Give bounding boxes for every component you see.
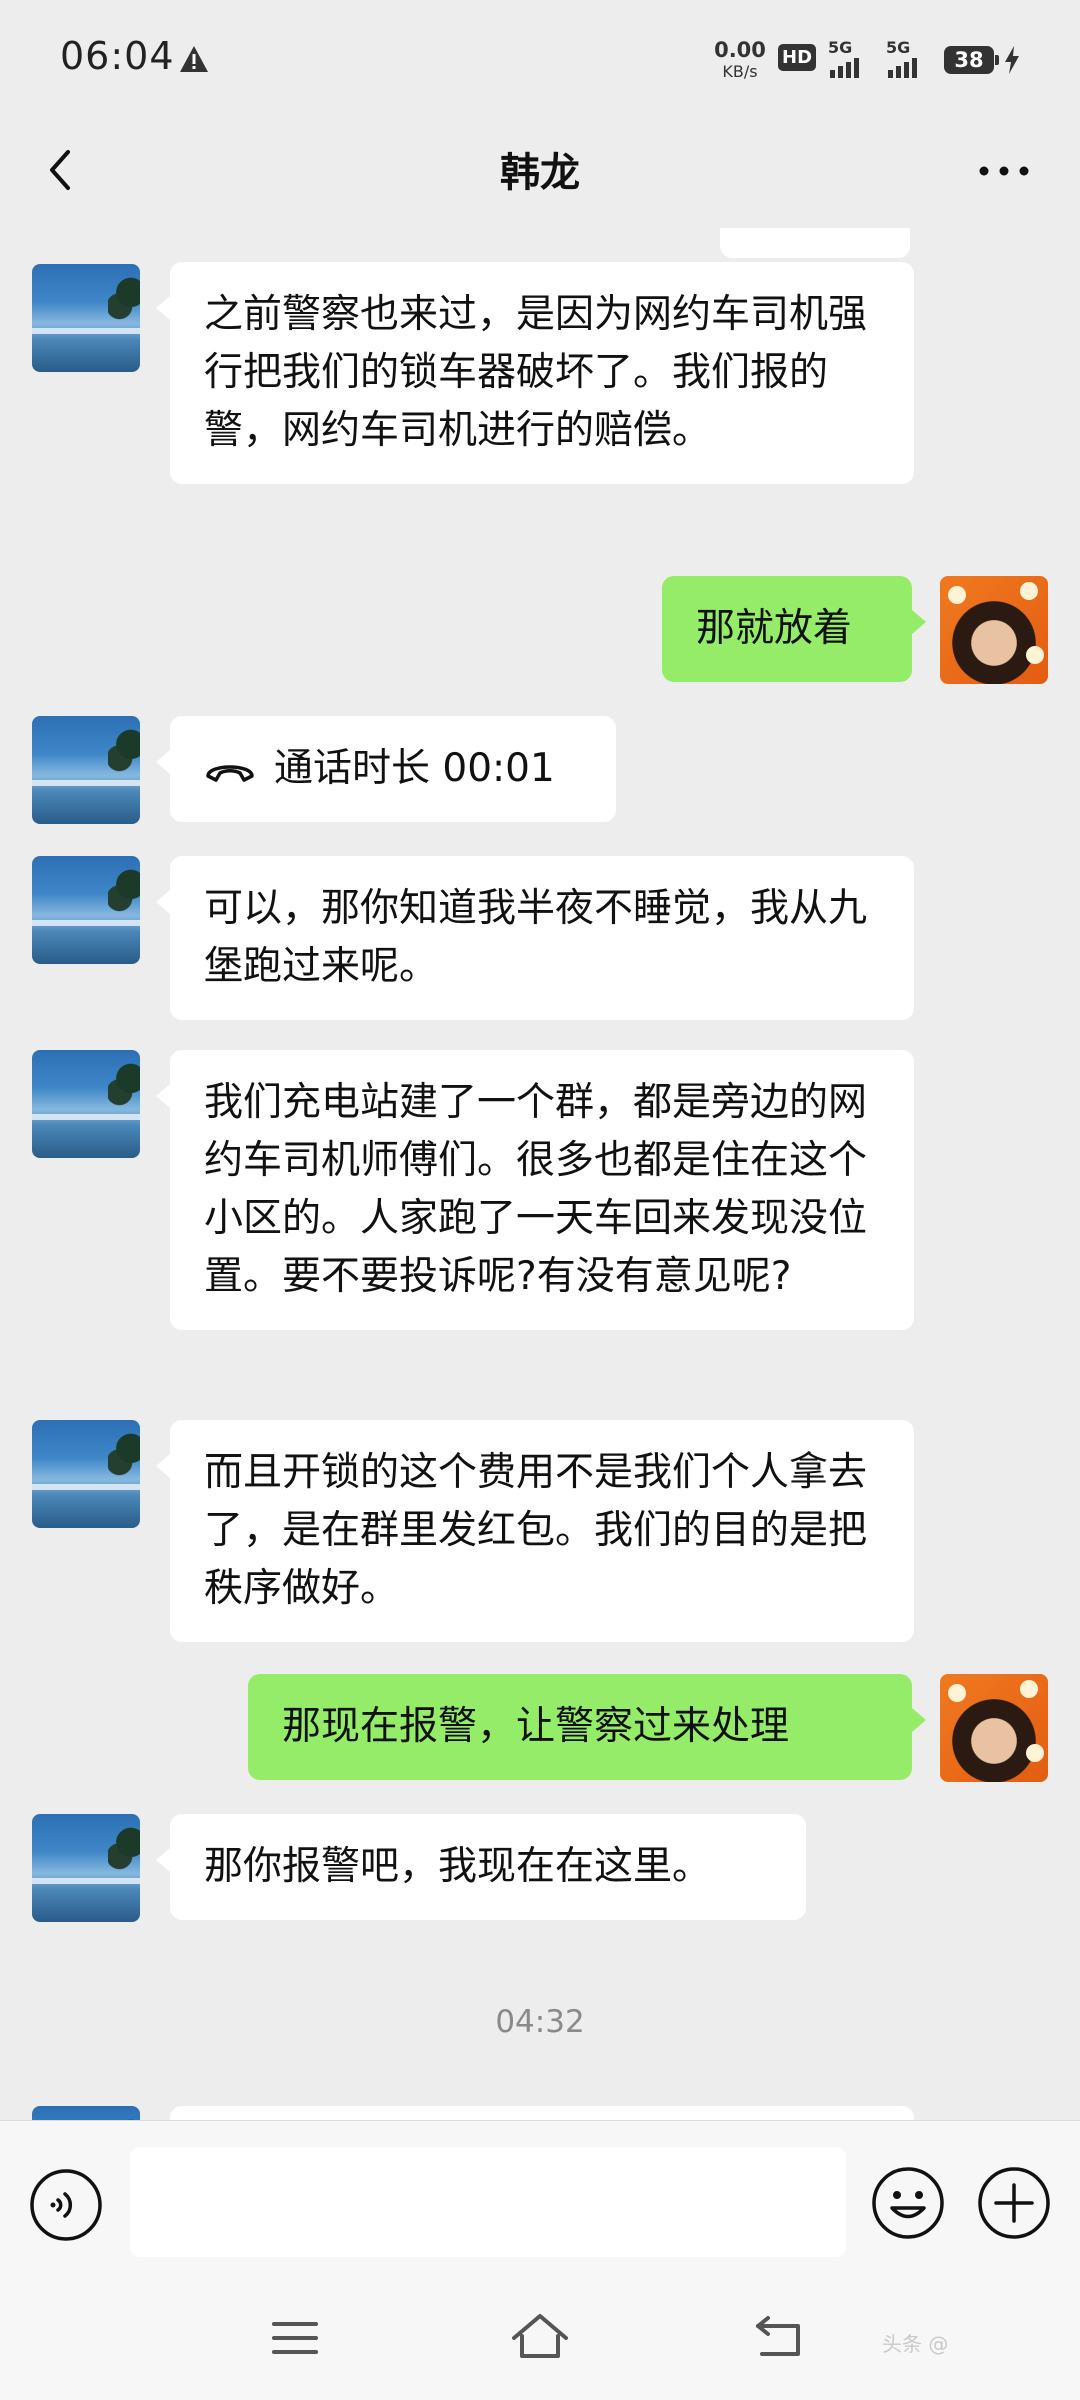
received-message[interactable]: 我们充电站建了一个群，都是旁边的网约车司机师傅们。很多也都是住在这个小区的。人家… [156, 1050, 914, 1330]
contact-avatar[interactable] [32, 264, 140, 372]
message-list[interactable]: 之前警察也来过，是因为网约车司机强行把我们的锁车器破坏了。我们报的警，网约车司机… [0, 228, 1080, 2120]
network-speed: 0.00 KB/s [714, 38, 766, 81]
call-record-message[interactable]: 通话时长 00:01 [156, 716, 616, 822]
hd-icon: HD [778, 44, 817, 71]
contact-avatar[interactable] [32, 1050, 140, 1158]
sent-message[interactable]: 那就放着 [662, 576, 926, 682]
contact-avatar[interactable] [32, 1814, 140, 1922]
signal-icon: 5G [886, 40, 930, 82]
message-timestamp: 04:32 [495, 2004, 585, 2040]
received-message[interactable] [170, 2106, 914, 2120]
system-nav-bar: 头条 @ [0, 2280, 1080, 2400]
chat-title: 韩龙 [500, 150, 580, 196]
contact-avatar[interactable] [32, 1420, 140, 1528]
contact-avatar[interactable] [32, 2106, 140, 2120]
charging-icon [1005, 46, 1019, 74]
received-message[interactable]: 那你报警吧，我现在在这里。 [156, 1814, 806, 1920]
status-time: 06:04 [60, 34, 175, 78]
user-avatar[interactable] [940, 576, 1048, 684]
status-bar: 06:04 0.00 KB/s HD 5G 5G 38 [0, 0, 1080, 118]
chat-header: 韩龙 [0, 118, 1080, 228]
signal-icon: 5G [828, 40, 872, 82]
more-icon[interactable] [976, 156, 1032, 186]
warning-icon [180, 46, 208, 72]
received-message[interactable]: 之前警察也来过，是因为网约车司机强行把我们的锁车器破坏了。我们报的警，网约车司机… [156, 262, 914, 484]
emoji-icon[interactable] [870, 2165, 946, 2241]
sent-message[interactable]: 那现在报警，让警察过来处理 [248, 1674, 926, 1780]
user-avatar[interactable] [940, 1674, 1048, 1782]
voice-icon[interactable] [28, 2167, 104, 2243]
message-bubble[interactable] [720, 228, 910, 258]
phone-icon [206, 764, 254, 782]
contact-avatar[interactable] [32, 716, 140, 824]
contact-avatar[interactable] [32, 856, 140, 964]
message-input[interactable] [130, 2147, 846, 2257]
input-bar [0, 2120, 1080, 2281]
watermark: 头条 @ [882, 2332, 949, 2356]
battery-icon: 38 [944, 46, 999, 74]
home-icon[interactable] [508, 2310, 572, 2362]
add-icon[interactable] [976, 2165, 1052, 2241]
back-icon[interactable] [752, 2312, 806, 2362]
call-duration: 通话时长 00:01 [274, 746, 555, 791]
received-message[interactable]: 而且开锁的这个费用不是我们个人拿去了，是在群里发红包。我们的目的是把秩序做好。 [156, 1420, 914, 1642]
received-message[interactable]: 可以，那你知道我半夜不睡觉，我从九堡跑过来呢。 [156, 856, 914, 1020]
menu-icon[interactable] [270, 2318, 320, 2358]
